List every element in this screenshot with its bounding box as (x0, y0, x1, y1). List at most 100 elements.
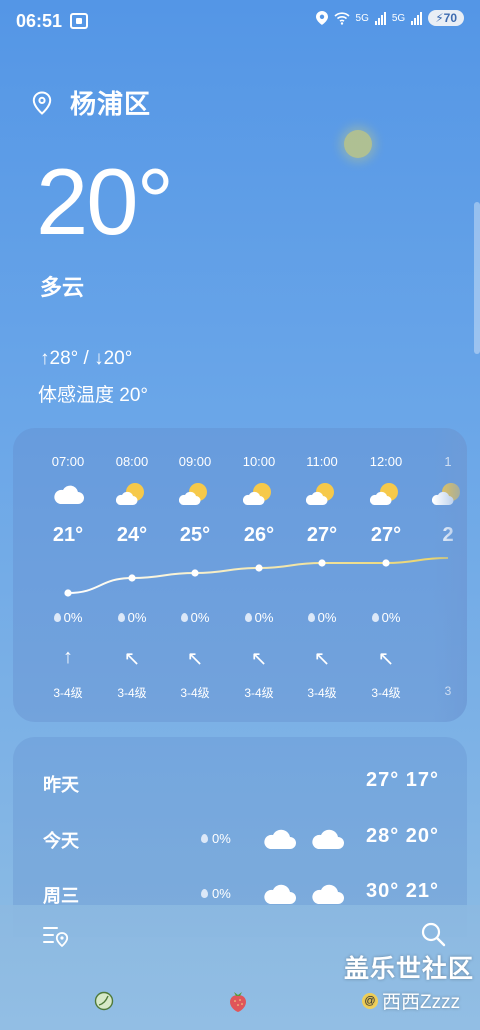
hour-temp: 27° (306, 524, 338, 546)
hour-rain: 0% (358, 610, 414, 625)
day-temps: 28° 20° (365, 825, 439, 847)
high-low-temps: ↑28° / ↓20° (40, 348, 133, 369)
scroll-fade (433, 428, 467, 722)
scrollbar[interactable] (474, 202, 480, 354)
hour-temp: 25° (179, 524, 211, 546)
wind-direction-icon: ↑ (63, 646, 73, 668)
hour-column: 11:00 27° 0% ↖ 3-4级 (294, 428, 350, 722)
hour-rain-value: 0% (190, 610, 210, 625)
hour-temp: 24° (116, 524, 148, 546)
signal-label-2: 5G (391, 12, 406, 24)
wind-direction-icon: ↖ (377, 648, 395, 670)
day-rain: 0% (201, 831, 231, 846)
raindrop-icon (371, 613, 379, 622)
hour-rain-value: 0% (127, 610, 147, 625)
hour-rain-value: 0% (63, 610, 83, 625)
hour-time: 12:00 (369, 454, 403, 469)
leaf-icon[interactable] (94, 991, 114, 1011)
city-list-icon[interactable] (42, 923, 70, 949)
wind-direction-icon: ↖ (123, 648, 141, 670)
hour-rain: 0% (167, 610, 223, 625)
day-name: 昨天 (43, 775, 79, 795)
hour-column: 08:00 24° 0% ↖ 3-4级 (104, 428, 160, 722)
cloud-icon (311, 827, 345, 851)
watermark-title: 盖乐世社区 (344, 955, 475, 983)
hour-rain-value: 0% (381, 610, 401, 625)
hour-time: 08:00 (115, 454, 149, 469)
hour-column: 07:00 21° 0% ↑ 3-4级 (40, 428, 96, 722)
signal-label-1: 5G (355, 12, 369, 24)
raindrop-icon (53, 613, 61, 622)
hour-rain-value: 0% (317, 610, 337, 625)
wind-direction-icon: ↖ (313, 648, 331, 670)
hour-wind: 3-4级 (244, 686, 274, 700)
day-rain-value: 0% (212, 831, 231, 846)
hour-temp: 27° (370, 524, 402, 546)
day-name: 今天 (43, 831, 79, 851)
hour-wind: 3-4级 (180, 686, 210, 700)
partly-cloudy-icon (369, 480, 402, 508)
raindrop-icon (117, 613, 125, 622)
hour-time: 07:00 (51, 454, 85, 469)
day-rain: 0% (201, 886, 231, 901)
hour-column: 12:00 27° 0% ↖ 3-4级 (358, 428, 414, 722)
bottom-toolbar: 盖乐世社区 @ 西西Zzzz (0, 905, 480, 1030)
strawberry-icon[interactable] (228, 989, 248, 1013)
raindrop-icon (180, 613, 188, 622)
hour-rain: 0% (104, 610, 160, 625)
cloud-icon (311, 882, 345, 906)
watermark-author: @ 西西Zzzz (362, 987, 460, 1014)
daily-row[interactable]: 今天 0% 28° 20° (13, 817, 467, 857)
wind-direction-icon: ↖ (186, 648, 204, 670)
partly-cloudy-icon (178, 480, 211, 508)
raindrop-icon (307, 613, 315, 622)
partly-cloudy-icon (115, 480, 148, 508)
raindrop-icon (244, 613, 252, 622)
hour-temp: 21° (52, 524, 84, 546)
screen-record-icon (70, 13, 88, 29)
status-time: 06:51 (16, 11, 63, 31)
day-temps: 27° 17° (365, 769, 439, 791)
raindrop-icon (201, 889, 208, 898)
daily-row[interactable]: 昨天 27° 17° (13, 761, 467, 801)
hourly-forecast-card[interactable]: 07:00 21° 0% ↑ 3-4级 08:00 24° 0% ↖ 3-4级 09:00 25° 0%… (13, 428, 467, 722)
cloudy-icon (52, 480, 84, 508)
status-bar: 06:51 5G 5G ⚡70 (0, 0, 480, 42)
hour-wind: 3-4级 (117, 686, 147, 700)
cloud-icon (263, 882, 297, 906)
wind-direction-icon: ↖ (250, 648, 268, 670)
signal-bars-icon (374, 11, 386, 25)
partly-cloudy-icon (242, 480, 275, 508)
battery-level: 70 (443, 11, 457, 25)
raindrop-icon (201, 834, 208, 843)
cloud-icon (263, 827, 297, 851)
at-badge-icon: @ (362, 992, 378, 1009)
current-temperature: 20° (36, 149, 174, 254)
current-condition: 多云 (40, 275, 85, 300)
search-icon[interactable] (420, 921, 446, 947)
wifi-icon (333, 12, 350, 25)
hourly-list: 07:00 21° 0% ↑ 3-4级 08:00 24° 0% ↖ 3-4级 09:00 25° 0%… (13, 428, 467, 722)
sun-decoration (344, 130, 372, 158)
hour-rain: 0% (294, 610, 350, 625)
hour-wind: 3-4级 (371, 686, 401, 700)
location-header[interactable]: 杨浦区 (32, 84, 151, 121)
partly-cloudy-icon (305, 480, 338, 508)
location-pin-icon (32, 90, 52, 115)
signal-bars-icon-2 (411, 11, 423, 25)
hour-rain: 0% (40, 610, 96, 625)
hour-time: 10:00 (242, 454, 276, 469)
status-icons: 5G 5G ⚡70 (315, 10, 464, 26)
hour-temp: 26° (243, 524, 275, 546)
hour-rain: 0% (231, 610, 287, 625)
location-status-icon (315, 11, 328, 25)
day-temps: 30° 21° (365, 880, 439, 902)
hour-column: 10:00 26° 0% ↖ 3-4级 (231, 428, 287, 722)
watermark-author-name: 西西Zzzz (382, 992, 461, 1013)
hour-wind: 3-4级 (53, 686, 83, 700)
hour-column: 09:00 25° 0% ↖ 3-4级 (167, 428, 223, 722)
hour-time: 11:00 (306, 454, 338, 469)
hour-rain-value: 0% (254, 610, 274, 625)
location-name: 杨浦区 (70, 89, 152, 119)
feels-like: 体感温度 20° (38, 385, 149, 406)
